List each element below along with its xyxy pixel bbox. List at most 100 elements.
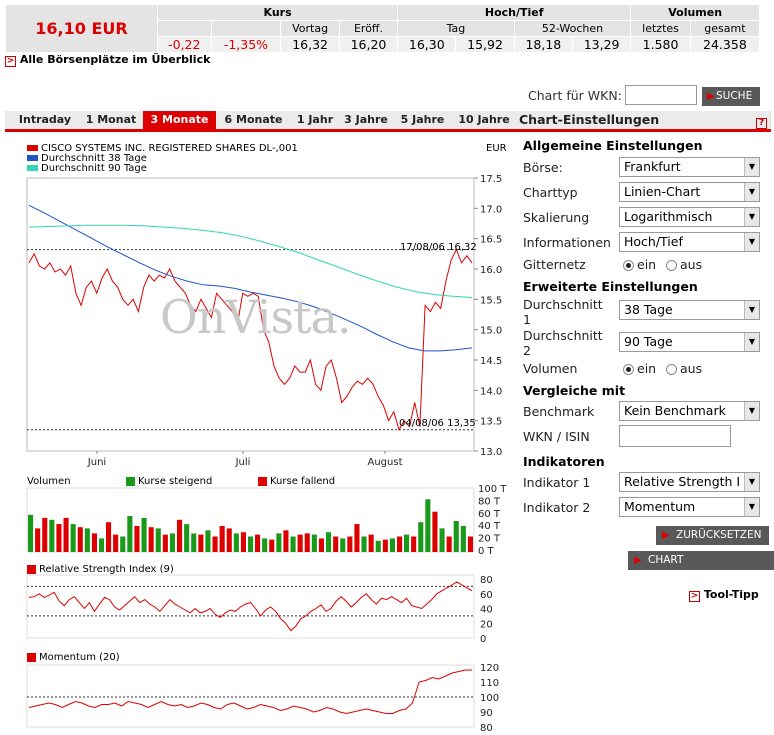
charttyp-select[interactable]: Linien-Chart ▼ [619, 182, 760, 202]
annotation-high: 17/08/06 16,32 [400, 242, 477, 253]
tag-hoch-value: 16,30 [397, 36, 457, 53]
volume-bar [42, 517, 48, 552]
rsi-tick-label: 0 [480, 634, 486, 645]
volumen-label: Volumen [523, 361, 578, 376]
volume-tick-label: 40 T [478, 521, 501, 532]
ds2-select[interactable]: 90 Tage ▼ [619, 332, 760, 352]
reset-button[interactable]: ▶ ZURÜCKSETZEN [656, 526, 770, 545]
volume-bar [212, 536, 218, 552]
legend-swatch-blue [27, 155, 38, 161]
x-tick-label: Juni [87, 457, 106, 468]
charttyp-label: Charttyp [523, 185, 578, 200]
volume-chart: 100 T80 T 60 T40 T 20 T0 T [26, 484, 507, 557]
boerse-select[interactable]: Frankfurt ▼ [619, 157, 760, 177]
volume-bar [439, 528, 445, 552]
legend-swatch-red [27, 145, 38, 151]
tab-1-monat[interactable]: 1 Monat [80, 111, 142, 129]
tab-6-monate[interactable]: 6 Monate [216, 111, 291, 129]
letztes-value: 1.580 [630, 36, 691, 53]
volume-bar [304, 533, 310, 552]
gesamt-value: 24.358 [689, 36, 761, 53]
legend-rising: Kurse steigend [126, 476, 212, 487]
volume-bar [177, 519, 183, 552]
volume-bar [311, 534, 317, 552]
volume-tick-label: 60 T [478, 509, 501, 520]
ind2-select[interactable]: Momentum ▼ [619, 497, 760, 517]
momentum-line [28, 669, 472, 715]
info-select[interactable]: Hoch/Tief ▼ [619, 232, 760, 252]
tooltip-link[interactable]: > Tool-Tipp [689, 588, 759, 602]
rsi-chart: 0 20 40 60 80 [26, 574, 493, 645]
tab-intraday[interactable]: Intraday [10, 111, 80, 129]
tab-1-jahr[interactable]: 1 Jahr [291, 111, 339, 129]
tag-header: Tag [397, 20, 515, 37]
volume-bar [91, 533, 97, 552]
volume-bar [411, 536, 417, 552]
tab-3-monate[interactable]: 3 Monate [143, 111, 216, 129]
volumen-header: Volumen [630, 4, 760, 21]
gesamt-header: gesamt [689, 20, 761, 37]
search-button[interactable]: ▶ SUCHE [702, 87, 761, 106]
radio-selected-icon [623, 364, 634, 375]
ind1-select[interactable]: Relative Strength I ▼ [619, 472, 760, 492]
unit-label: EUR [486, 143, 507, 154]
momentum-tick-label: 120 [480, 663, 499, 674]
momentum-frame [26, 664, 475, 728]
volume-tick-label: 100 T [478, 484, 507, 495]
volume-bar [35, 528, 41, 552]
momentum-tick-label: 90 [480, 708, 493, 719]
tab-10-jahre[interactable]: 10 Jahre [453, 111, 515, 129]
radio-selected-icon [623, 260, 634, 271]
chevron-down-icon: ▼ [744, 183, 759, 201]
volume-bar [389, 538, 395, 552]
radio-icon [666, 260, 677, 271]
general-settings-heading: Allgemeine Einstellungen [523, 138, 703, 153]
rsi-frame [26, 574, 475, 639]
volume-tick-label: 20 T [478, 534, 501, 545]
volume-bar [113, 534, 119, 552]
volume-bar [155, 528, 161, 552]
chevron-down-icon: ▼ [744, 473, 759, 491]
volume-bar [120, 536, 126, 552]
radio-icon [666, 364, 677, 375]
benchmark-select[interactable]: Kein Benchmark ▼ [619, 401, 760, 421]
help-icon[interactable]: ? [756, 114, 767, 129]
volume-bar [49, 519, 55, 552]
momentum-tick-label: 100 [480, 693, 499, 704]
y-tick-label: 14.5 [480, 356, 502, 367]
ds1-select[interactable]: 38 Tage ▼ [619, 300, 760, 320]
boerse-label: Börse: [523, 160, 563, 175]
y-tick-label: 17.0 [480, 204, 502, 215]
ma90-line [28, 224, 473, 298]
volume-bar [77, 527, 83, 552]
boersenplaetze-link[interactable]: > Alle Börsenplätze im Überblick [5, 53, 210, 67]
wkn-search-input[interactable] [625, 85, 697, 105]
update-chart-button[interactable]: ▶ CHART AKTUALISIEREN [628, 551, 774, 585]
tab-3-jahre[interactable]: 3 Jahre [339, 111, 393, 129]
volumen-on-radio[interactable]: ein [623, 361, 656, 376]
period-tabs: Intraday 1 Monat 3 Monate 6 Monate 1 Jah… [5, 111, 771, 132]
wkn-isin-input[interactable] [619, 425, 731, 447]
annotation-low: 04/08/06 13,35 [399, 418, 476, 429]
volume-bar [318, 538, 324, 552]
tab-5-jahre[interactable]: 5 Jahre [395, 111, 450, 129]
volume-bar [84, 528, 90, 552]
skalierung-select[interactable]: Logarithmisch ▼ [619, 207, 760, 227]
volume-bar [453, 521, 459, 552]
tag-tief-value: 15,92 [455, 36, 515, 53]
kurs-header: Kurs [156, 4, 399, 21]
chevron-down-icon: ▼ [744, 498, 759, 516]
volumen-off-radio[interactable]: aus [666, 361, 702, 376]
volume-bar [326, 532, 332, 552]
gitter-off-radio[interactable]: aus [666, 257, 702, 272]
volume-bar [99, 538, 105, 552]
play-icon: ▶ [707, 91, 715, 102]
info-label: Informationen [523, 235, 611, 250]
volume-bar [397, 536, 403, 552]
watermark-logo: OnVista. [160, 290, 352, 344]
volume-bar [354, 524, 360, 552]
volume-bar [134, 526, 140, 552]
gitter-on-radio[interactable]: ein [623, 257, 656, 272]
volume-bar [347, 536, 353, 552]
volume-bar [425, 499, 431, 552]
